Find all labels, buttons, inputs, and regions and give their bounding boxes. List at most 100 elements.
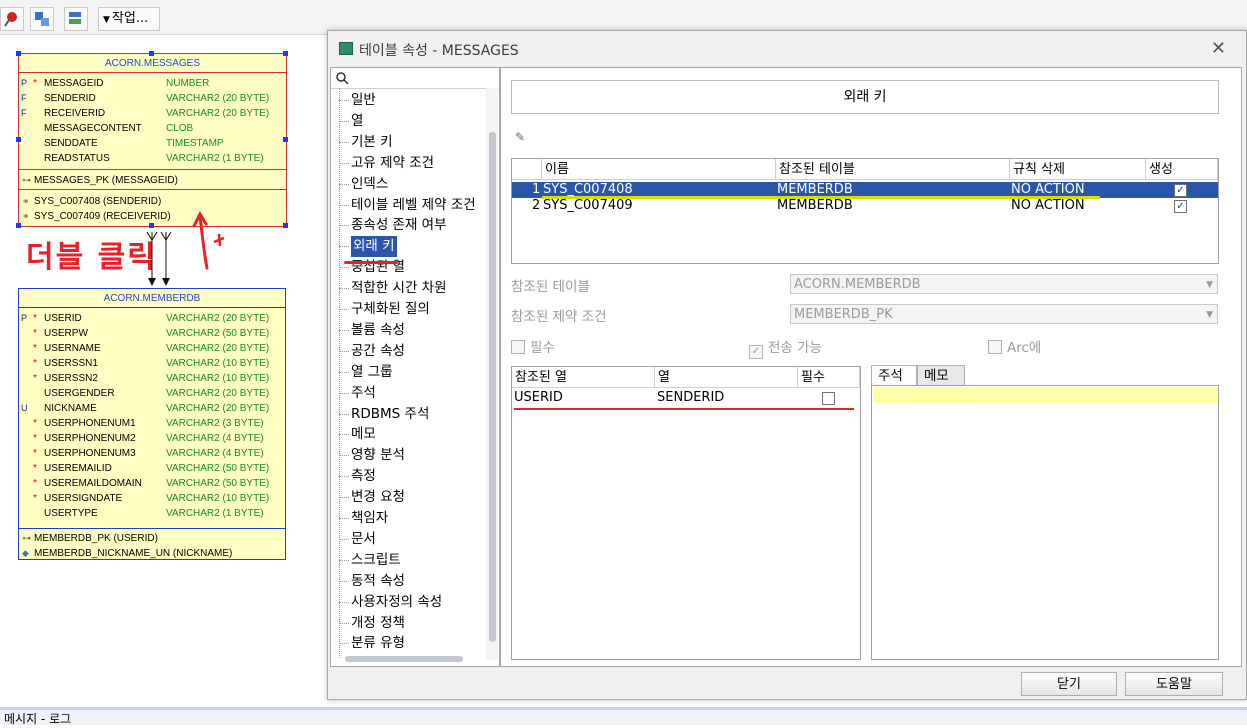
col-header-ref-column[interactable]: 참조된 열: [512, 367, 655, 388]
nav-item[interactable]: 주석: [339, 383, 376, 404]
close-icon[interactable]: ✕: [1211, 38, 1226, 59]
property-nav-tree: 일반 열 기본 키 고유 제약 조건 인덱스 테이블 레벨 제약 조건 종속성 존재 여부 외…: [330, 67, 500, 667]
edit-icon[interactable]: ✎: [515, 130, 525, 144]
nav-item[interactable]: 사용자정의 속성: [338, 592, 442, 613]
er-column-required: *: [33, 463, 37, 474]
nav-item[interactable]: 고유 제약 조건: [338, 153, 434, 174]
column-required-checkbox[interactable]: [822, 392, 835, 405]
fk-generate-checkbox[interactable]: ✓: [1174, 184, 1187, 197]
chevron-down-icon: ▼: [1206, 280, 1213, 290]
close-button[interactable]: 닫기: [1021, 672, 1117, 696]
nav-item[interactable]: 측정: [339, 466, 376, 487]
referenced-table-select[interactable]: ACORN.MEMBERDB ▼: [790, 274, 1218, 294]
er-column-key: P: [21, 78, 28, 88]
action-menu[interactable]: ▼ 작업...: [98, 7, 160, 31]
referenced-table-value: ACORN.MEMBERDB: [794, 277, 921, 292]
nav-item[interactable]: 인덱스: [338, 174, 388, 195]
er-table-messages[interactable]: ACORN.MESSAGES P * MESSAGEID NUMBER F SENDERI…: [18, 53, 287, 227]
er-column-required: *: [33, 313, 37, 324]
er-column-name: USERPHONENUM1: [44, 418, 136, 429]
nav-item[interactable]: 동적 속성: [339, 571, 405, 592]
required-checkbox[interactable]: 필수: [511, 336, 555, 356]
referenced-constraint-select[interactable]: MEMBERDB_PK ▼: [790, 304, 1218, 324]
layout-icon[interactable]: [64, 7, 88, 31]
er-column-name: READSTATUS: [44, 153, 110, 164]
tab-memo[interactable]: 메모: [917, 365, 965, 385]
er-column-name: MESSAGECONTENT: [44, 123, 142, 134]
selection-handle[interactable]: [16, 223, 21, 228]
nav-item[interactable]: 스크립트: [339, 550, 401, 571]
nav-item[interactable]: 테이블 레벨 제약 조건: [339, 195, 476, 216]
er-column-row: * USERSIGNDATE VARCHAR2 (10 BYTE): [19, 491, 285, 506]
refresh-icon[interactable]: [30, 7, 54, 31]
selection-handle[interactable]: [283, 137, 288, 142]
nav-item[interactable]: 개정 정책: [339, 613, 405, 634]
fk-header-delete-rule[interactable]: 규칙 삭제: [1010, 159, 1146, 180]
nav-scrollbar-horizontal-thumb[interactable]: [345, 656, 463, 662]
er-column-type: VARCHAR2 (20 BYTE): [166, 403, 270, 414]
arc-checkbox[interactable]: Arc에: [988, 336, 1041, 356]
nav-item[interactable]: 기본 키: [339, 132, 393, 153]
selection-handle[interactable]: [16, 51, 21, 56]
fk-generate-checkbox[interactable]: ✓: [1174, 200, 1187, 213]
comment-textarea[interactable]: [871, 385, 1219, 660]
er-column-required: *: [33, 433, 37, 444]
nav-item[interactable]: 변경 요청: [339, 487, 405, 508]
fk-row[interactable]: 2 SYS_C007409 MEMBERDB NO ACTION ✓: [512, 198, 1218, 214]
er-table-memberdb[interactable]: ACORN.MEMBERDB P * USERID VARCHAR2 (20 BYTE…: [18, 288, 286, 560]
current-line-highlight: [873, 387, 1217, 403]
nav-item[interactable]: 볼륨 속성: [339, 320, 405, 341]
er-column-required: *: [33, 343, 37, 354]
er-columns: P * USERID VARCHAR2 (20 BYTE) * USERPW VARCHAR…: [19, 308, 285, 528]
er-column-row: MESSAGECONTENT CLOB: [19, 121, 286, 136]
nav-item[interactable]: 분류 유형: [339, 633, 405, 654]
er-column-type: VARCHAR2 (1 BYTE): [166, 153, 264, 164]
nav-scrollbar-thumb[interactable]: [489, 132, 496, 642]
nav-item[interactable]: 공간 속성: [339, 341, 405, 362]
nav-item[interactable]: RDBMS 주석: [338, 404, 429, 425]
nav-item[interactable]: 문서: [339, 529, 376, 550]
selection-handle[interactable]: [16, 137, 21, 142]
help-button[interactable]: 도움말: [1125, 672, 1223, 696]
nav-item[interactable]: 열 그룹: [339, 362, 393, 383]
er-column-row: READSTATUS VARCHAR2 (1 BYTE): [19, 151, 286, 166]
message-log-bar: 메시지 - 로그: [0, 707, 1247, 726]
tree-guide-line: [339, 88, 340, 658]
tab-comment[interactable]: 주석: [871, 365, 917, 385]
nav-item[interactable]: 적합한 시간 차원: [339, 278, 447, 299]
er-pk-section: ⊶ MESSAGES_PK (MESSAGEID): [19, 169, 286, 189]
er-column-row: F SENDERID VARCHAR2 (20 BYTE): [19, 91, 286, 106]
action-menu-label: 작업...: [111, 11, 149, 26]
nav-item[interactable]: 구체화된 질의: [339, 299, 430, 320]
fk-header-name[interactable]: 이름: [542, 159, 776, 180]
col-header-column[interactable]: 열: [655, 367, 798, 388]
nav-item[interactable]: 일반: [339, 90, 376, 111]
selection-handle[interactable]: [149, 51, 154, 56]
referenced-constraint-label: 참조된 제약 조건: [511, 309, 607, 325]
fk-header-generate[interactable]: 생성: [1146, 159, 1218, 180]
er-column-key: U: [21, 403, 28, 413]
selection-handle[interactable]: [283, 51, 288, 56]
unique-key-icon: ◆: [22, 548, 29, 558]
key-icon: ⊶: [22, 175, 31, 185]
fk-header-ref-table[interactable]: 참조된 테이블: [776, 159, 1010, 180]
nav-item[interactable]: 영향 분석: [339, 445, 405, 466]
selection-handle[interactable]: [283, 223, 288, 228]
er-pk-label: MESSAGES_PK (MESSAGEID): [34, 175, 178, 186]
nav-item[interactable]: 책임자: [338, 508, 388, 529]
col-header-required[interactable]: 필수: [798, 367, 860, 388]
fk-ref-table: MEMBERDB: [777, 198, 853, 213]
er-column-name: USERSIGNDATE: [44, 493, 123, 504]
nav-search-input[interactable]: [331, 68, 499, 89]
nav-item[interactable]: 열: [338, 111, 363, 132]
panel-title: 외래 키: [511, 80, 1219, 114]
nav-item[interactable]: 메모: [339, 424, 376, 445]
er-column-name: USEREMAILDOMAIN: [44, 478, 142, 489]
nav-item[interactable]: 종속성 존재 여부: [339, 215, 447, 236]
pin-icon[interactable]: [0, 7, 24, 31]
er-column-type: VARCHAR2 (10 BYTE): [166, 493, 270, 504]
transferable-checkbox[interactable]: ✓ 전송 가능: [749, 336, 822, 359]
er-column-type: VARCHAR2 (10 BYTE): [166, 358, 270, 369]
nav-item[interactable]: 외래 키: [339, 236, 397, 258]
fk-column-row[interactable]: USERID SENDERID: [512, 390, 860, 406]
